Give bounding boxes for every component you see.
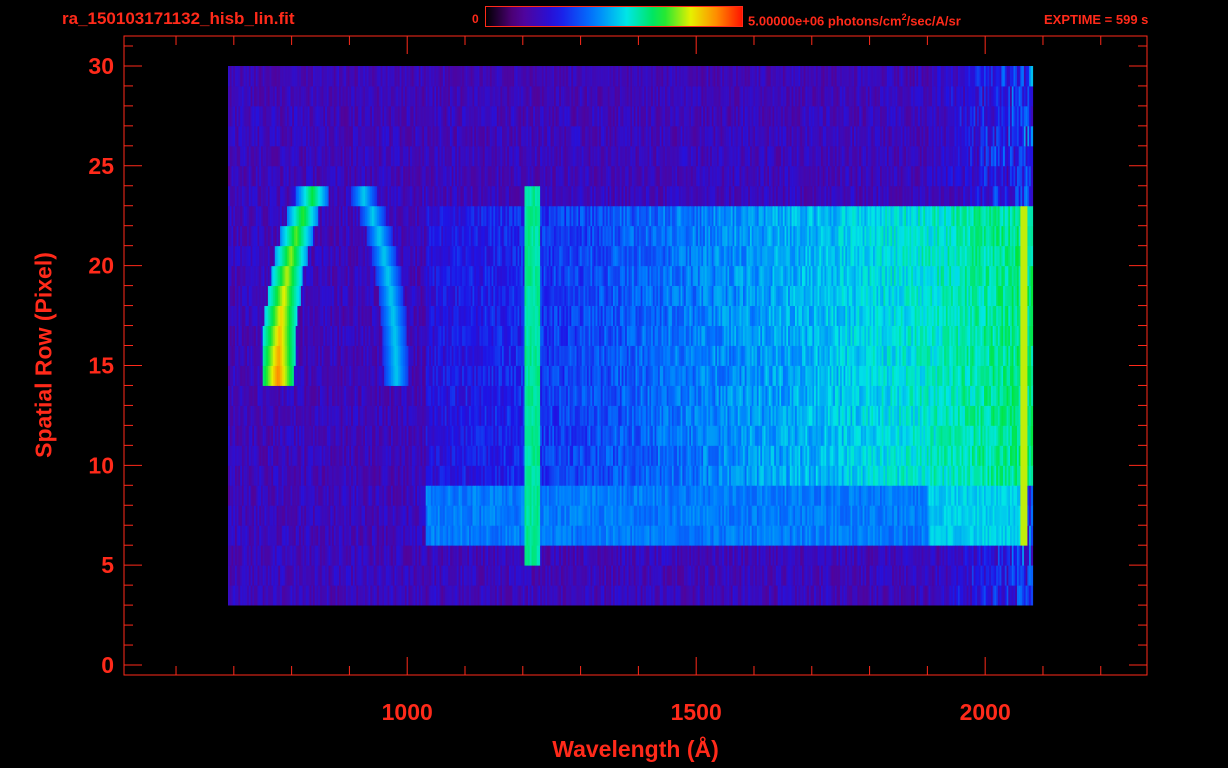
heatmap-cell <box>1030 525 1034 546</box>
heatmap-cell <box>1030 445 1034 466</box>
heatmap-cell <box>1030 485 1034 506</box>
heatmap-cell <box>1030 565 1034 586</box>
heatmap-cell <box>1030 425 1034 446</box>
heatmap-cell <box>1030 545 1034 566</box>
heatmap-cell <box>1030 585 1034 606</box>
heatmap-image <box>228 66 1034 606</box>
heatmap-cell <box>1030 405 1034 426</box>
heatmap-cell <box>1030 465 1034 486</box>
heatmap-cell <box>1030 505 1034 526</box>
spectrogram-plot: 1000 1500 2000 051015202530 <box>88 35 1148 725</box>
